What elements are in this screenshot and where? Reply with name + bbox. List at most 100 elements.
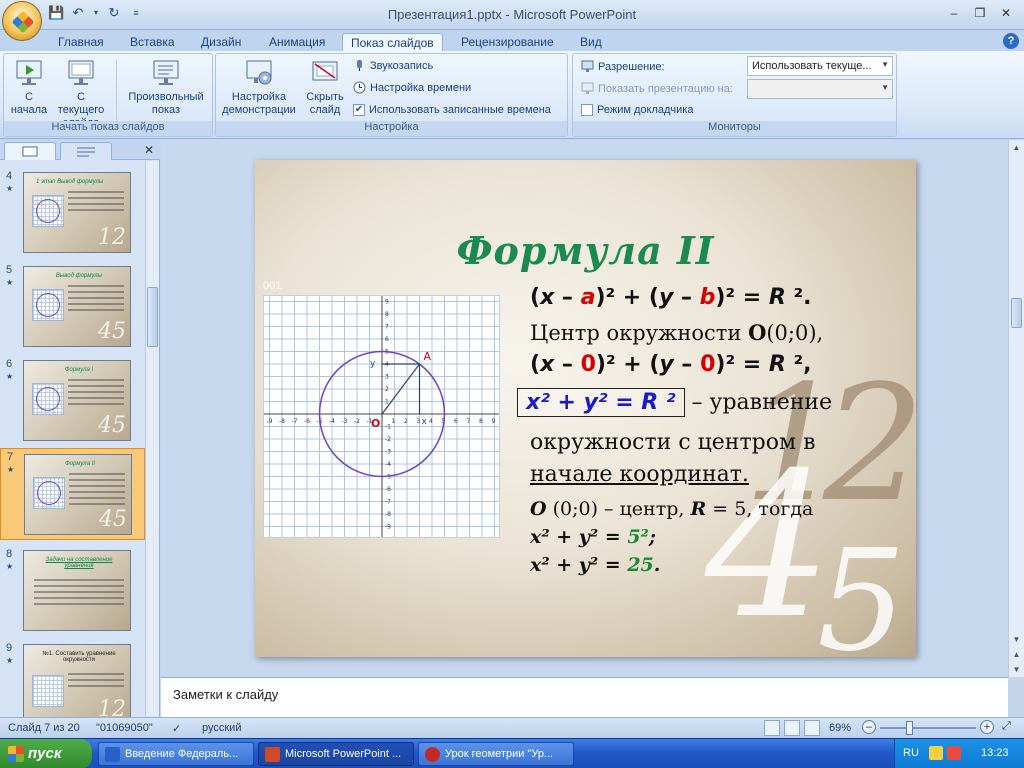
grid-image [32,675,64,707]
group-setup: Настройка демонстрации Скрыть слайд Звук… [215,53,568,137]
rehearse-timings-button[interactable]: Настройка времени [353,81,471,94]
y-tick-label: 2 [385,386,389,393]
tab-slides[interactable] [4,142,56,160]
close-button[interactable]: ✕ [994,4,1018,22]
scroll-down-icon[interactable]: ▼ [1009,632,1024,647]
language-indicator-tray[interactable]: RU [903,747,919,759]
resolution-select[interactable]: Использовать текуще... ▼ [747,56,893,76]
use-timings-check-icon[interactable]: ✔ [353,104,365,116]
group-label-setup: Настройка [216,121,567,136]
taskbar-item-browser[interactable]: Урок геометрии "Ур... [418,742,574,766]
monitor-icon [581,60,594,73]
decor-digits: 45 [98,413,126,438]
tray-app-icon[interactable] [929,746,943,760]
y-tick-label: 6 [385,336,389,343]
x-tick-label: -4 [329,418,335,425]
thumbnail-slide-8[interactable]: 8 ★ Задачи на составление уравнения [0,546,145,634]
slide-canvas[interactable]: 1 2 4 5 Формула II 001 -9 -8 -7 -6 -5 -4 -3 -2-… [255,160,916,657]
zoom-in-icon[interactable]: + [980,720,994,734]
thumbnail-slide-4[interactable]: 4 ★ 1 этап Вывод формулы 12 [0,168,145,256]
zoom-slider-thumb[interactable] [906,721,913,735]
x-tick-label: 2 [404,418,408,425]
y-tick-label: -4 [385,461,391,468]
taskbar-item-word[interactable]: Введение Федераль... [98,742,254,766]
restore-button[interactable]: ❒ [968,4,992,22]
use-timings-checkbox[interactable]: ✔ Использовать записанные времена [353,104,551,116]
group-start-slideshow: С начала С текущего слайда Произвольный … [3,53,213,137]
office-button[interactable] [2,1,42,41]
slide-vertical-scrollbar[interactable]: ▲ ▼ ▲ ▼ [1008,140,1024,677]
tab-review[interactable]: Рецензирование [453,33,562,52]
animation-icon: ★ [6,372,14,381]
x-tick-label: 1 [392,418,396,425]
zoom-level[interactable]: 69% [829,722,851,734]
from-current-button[interactable]: С текущего слайда [52,58,110,130]
tab-home[interactable]: Главная [50,33,112,52]
help-icon[interactable]: ? [1003,33,1019,49]
animation-icon: ★ [6,184,14,193]
tab-outline[interactable] [60,142,112,160]
y-tick-label: -6 [385,486,391,493]
previous-slide-icon[interactable]: ▲ [1009,647,1024,662]
record-narration-button[interactable]: Звукозапись [353,59,433,72]
show-on-select[interactable]: ▼ [747,79,893,99]
scroll-up-icon[interactable]: ▲ [1009,140,1024,155]
slide-thumbnail: Вывод формулы 45 [23,266,131,347]
next-slide-icon[interactable]: ▼ [1009,662,1024,677]
fit-to-window-icon[interactable]: ⤢ [1002,720,1018,736]
taskbar-item-powerpoint[interactable]: Microsoft PowerPoint ... [258,742,414,766]
zoom-out-icon[interactable]: – [862,720,876,734]
hide-slide-button[interactable]: Скрыть слайд [302,58,348,117]
language-indicator[interactable]: русский [202,722,241,734]
coordinate-grid-svg: -9-8-7-6-5-4-3-2-1123456789987654321-1-2… [264,296,499,537]
text-lines [68,285,124,315]
spellcheck-icon[interactable]: ✓ [172,722,181,735]
hide-slide-icon [310,58,340,88]
notes-pane[interactable]: Заметки к слайду [161,677,1008,717]
custom-show-button[interactable]: Произвольный показ [122,58,210,117]
coordinate-graph: -9-8-7-6-5-4-3-2-1123456789987654321-1-2… [263,295,500,538]
y-tick-label: 3 [385,374,389,381]
setup-show-button[interactable]: Настройка демонстрации [220,58,298,117]
slide-title: Формула II [456,228,715,273]
tab-slideshow[interactable]: Показ слайдов [342,33,443,52]
office-logo-icon [11,10,35,34]
presenter-view-checkbox[interactable]: Режим докладчика [581,104,693,116]
tab-design[interactable]: Дизайн [193,33,249,52]
title-bar: 💾 ↶ ▾ ↻ ≡ Презентация1.pptx - Microsoft … [0,0,1024,30]
normal-view-icon[interactable] [764,720,780,736]
circle-image [36,387,60,411]
thumbnail-slide-5[interactable]: 5 ★ Вывод формулы 45 [0,262,145,350]
thumbnail-slide-7[interactable]: 7 ★ Формула II 45 [0,448,145,540]
text-lines [68,191,124,215]
scrollbar-thumb[interactable] [147,287,158,347]
formula-substituted: (x – 0)² + (y – 0)² = R ², [530,352,812,377]
slides-pane-scrollbar[interactable] [145,161,159,716]
tab-insert[interactable]: Вставка [122,33,183,52]
close-icon[interactable]: ✕ [144,143,154,157]
text-lines [34,579,124,609]
tab-animation[interactable]: Анимация [261,33,333,52]
animation-icon: ★ [6,278,14,287]
from-start-button[interactable]: С начала [6,58,52,117]
custom-show-icon [151,58,181,88]
slide-thumbnail: 1 этап Вывод формулы 12 [23,172,131,253]
slideshow-view-icon[interactable] [804,720,820,736]
y-tick-label: -2 [385,436,391,443]
x-tick-label: -7 [292,418,298,425]
security-shield-icon[interactable] [947,746,961,760]
thumbnail-slide-9[interactable]: 9 ★ №1. Составить уравнение окружности 1… [0,640,145,728]
group-label-monitors: Мониторы [573,121,896,136]
tab-view[interactable]: Вид [572,33,610,52]
group-label-start: Начать показ слайдов [4,121,212,136]
start-button[interactable]: пуск [0,739,92,768]
zoom-slider-track[interactable] [880,727,976,729]
presenter-view-check-icon[interactable] [581,104,593,116]
slide-sorter-icon[interactable] [784,720,800,736]
decor-digits: 45 [99,507,127,532]
thumbnail-slide-6[interactable]: 6 ★ Формула I 45 [0,356,145,444]
slide-thumbnail: №1. Составить уравнение окружности 12 [23,644,131,725]
scrollbar-thumb[interactable] [1011,298,1022,328]
minimize-button[interactable]: – [942,4,966,22]
x-tick-label: 7 [467,418,471,425]
